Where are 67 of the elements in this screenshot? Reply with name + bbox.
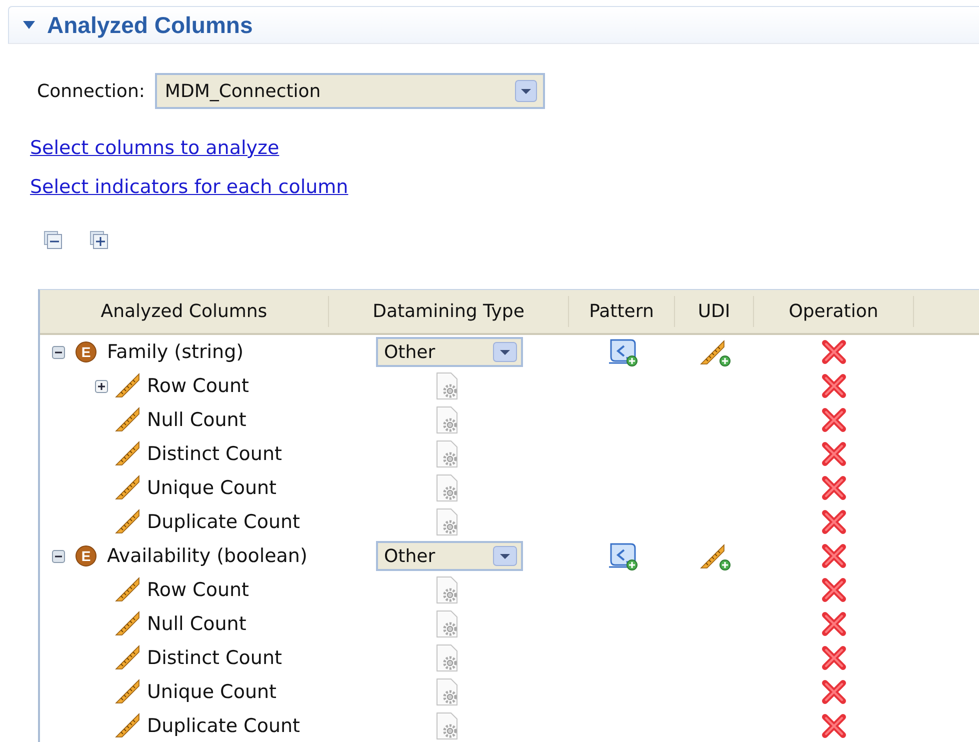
collapse-all-icon[interactable] (44, 231, 62, 249)
settings-icon[interactable] (435, 644, 459, 672)
ruler-icon (115, 407, 141, 433)
settings-icon[interactable] (435, 610, 459, 638)
indicator-name[interactable]: Duplicate Count (147, 511, 300, 533)
ruler-icon (115, 441, 141, 467)
remove-icon[interactable] (821, 475, 847, 501)
remove-icon[interactable] (821, 373, 847, 399)
settings-icon[interactable] (435, 508, 459, 536)
remove-icon[interactable] (821, 339, 847, 365)
settings-icon[interactable] (435, 440, 459, 468)
indicator-name[interactable]: Duplicate Count (147, 715, 300, 737)
remove-icon[interactable] (821, 713, 847, 739)
remove-icon[interactable] (821, 577, 847, 603)
datamining-type-dropdown[interactable]: Other (376, 337, 523, 367)
ruler-icon (115, 645, 141, 671)
add-indicator-icon[interactable] (698, 541, 732, 571)
column-header[interactable]: UDI (675, 296, 754, 327)
remove-icon[interactable] (821, 645, 847, 671)
column-header[interactable]: Analyzed Columns (40, 296, 329, 327)
section-title: Analyzed Columns (47, 12, 253, 38)
datamining-type-dropdown[interactable]: Other (376, 541, 523, 571)
expand-all-icon[interactable] (90, 231, 108, 249)
column-header[interactable]: Operation (754, 296, 914, 327)
indicator-name[interactable]: Row Count (147, 375, 249, 397)
collapse-icon[interactable] (52, 550, 65, 562)
ruler-icon (115, 475, 141, 501)
ruler-icon (115, 679, 141, 705)
indicator-name[interactable]: Null Count (147, 613, 246, 635)
column-badge-icon: E (75, 341, 97, 363)
connection-dropdown[interactable]: MDM_Connection (154, 73, 545, 109)
link[interactable]: Select columns to analyze (30, 137, 280, 159)
settings-icon[interactable] (435, 406, 459, 434)
settings-icon[interactable] (435, 474, 459, 502)
remove-icon[interactable] (821, 441, 847, 467)
connection-label: Connection: (37, 80, 145, 102)
column-name[interactable]: Family (string) (107, 341, 244, 363)
ruler-icon (115, 509, 141, 535)
section-header[interactable]: Analyzed Columns (8, 6, 979, 44)
indicator-name[interactable]: Row Count (147, 579, 249, 601)
column-header[interactable]: Pattern (569, 296, 675, 327)
remove-icon[interactable] (821, 509, 847, 535)
indicator-name[interactable]: Unique Count (147, 477, 276, 499)
column-header[interactable]: Datamining Type (329, 296, 569, 327)
remove-icon[interactable] (821, 407, 847, 433)
link[interactable]: Select indicators for each column (30, 176, 348, 198)
remove-icon[interactable] (821, 679, 847, 705)
indicator-name[interactable]: Distinct Count (147, 647, 282, 669)
collapse-icon[interactable] (52, 346, 65, 358)
ruler-icon (115, 577, 141, 603)
ruler-icon (115, 713, 141, 739)
column-name[interactable]: Availability (boolean) (107, 545, 308, 567)
remove-icon[interactable] (821, 611, 847, 637)
indicator-name[interactable]: Unique Count (147, 681, 276, 703)
ruler-icon (115, 373, 141, 399)
add-indicator-icon[interactable] (698, 337, 732, 367)
ruler-icon (115, 611, 141, 637)
indicator-name[interactable]: Distinct Count (147, 443, 282, 465)
remove-icon[interactable] (821, 543, 847, 569)
settings-icon[interactable] (435, 372, 459, 400)
settings-icon[interactable] (435, 576, 459, 604)
column-badge-icon: E (75, 545, 97, 567)
settings-icon[interactable] (435, 712, 459, 740)
indicator-name[interactable]: Null Count (147, 409, 246, 431)
expand-icon[interactable] (95, 380, 108, 392)
settings-icon[interactable] (435, 678, 459, 706)
collapse-triangle-icon[interactable] (23, 20, 35, 30)
